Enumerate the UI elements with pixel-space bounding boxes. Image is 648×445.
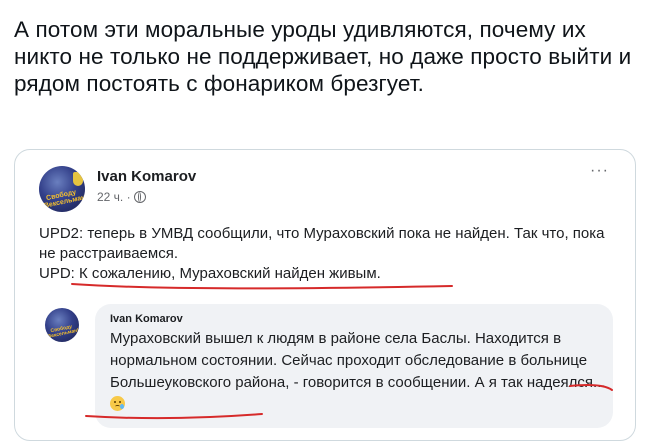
embedded-screenshot[interactable]: Свободу Вексельман! Ivan Komarov 22 ч. ·… xyxy=(14,149,636,441)
comment-avatar[interactable]: Свободу Вексельман! xyxy=(45,308,79,342)
comment-highlight: А я так надеялся... xyxy=(474,374,606,391)
avatar-caption: Свободу Вексельман! xyxy=(43,188,85,210)
post-update-1: UPD: К сожалению, Мураховский найден жив… xyxy=(39,265,381,282)
tweet-text: А потом эти моральные уроды удивляются, … xyxy=(14,17,632,96)
post-time[interactable]: 22 ч. · xyxy=(97,190,131,204)
post-update-2: UPD2: теперь в УМВД сообщили, что Мурахо… xyxy=(39,225,605,262)
facebook-post: Свободу Вексельман! Ivan Komarov 22 ч. ·… xyxy=(25,156,623,438)
highlighted-sentence: К сожалению, Мураховский найден живым. xyxy=(79,265,381,282)
comment-avatar-caption: Свободу Вексельман! xyxy=(47,323,79,341)
comment-bubble: Ivan Komarov Мураховский вышел к людям в… xyxy=(95,304,613,428)
globe-icon xyxy=(133,191,146,203)
more-options-icon[interactable]: ··· xyxy=(590,163,609,179)
post-author[interactable]: Ivan Komarov xyxy=(97,168,196,185)
post-meta: 22 ч. · xyxy=(97,190,146,204)
medal-icon xyxy=(73,172,83,186)
crying-face-emoji xyxy=(110,396,125,411)
comment-text: Мураховский вышел к людям в районе села … xyxy=(110,328,610,416)
author-avatar[interactable]: Свободу Вексельман! xyxy=(39,166,85,212)
comment-author[interactable]: Ivan Komarov xyxy=(110,313,183,325)
post-body: UPD2: теперь в УМВД сообщили, что Мурахо… xyxy=(39,224,619,284)
